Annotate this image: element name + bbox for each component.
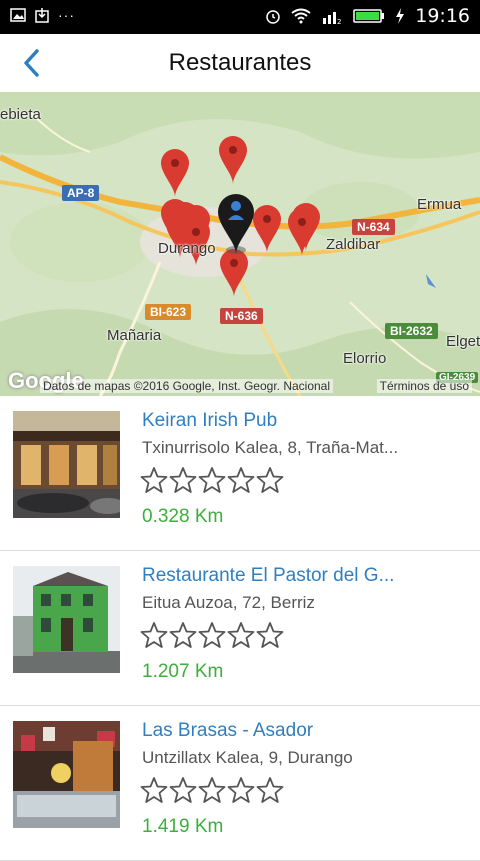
road-badge: BI-2632 xyxy=(385,323,438,339)
star-empty-icon[interactable] xyxy=(256,466,284,494)
star-empty-icon[interactable] xyxy=(198,776,226,804)
list-item[interactable]: Restaurante El Pastor del G... Eitua Auz… xyxy=(0,551,480,706)
charging-icon xyxy=(396,8,405,24)
star-empty-icon[interactable] xyxy=(227,776,255,804)
rating-stars[interactable] xyxy=(140,776,284,804)
road-badge: N-634 xyxy=(352,219,395,235)
restaurant-list: Keiran Irish Pub Txinurrisolo Kalea, 8, … xyxy=(0,396,480,861)
star-empty-icon[interactable] xyxy=(169,466,197,494)
star-empty-icon[interactable] xyxy=(198,621,226,649)
star-empty-icon[interactable] xyxy=(256,621,284,649)
restaurant-address: Untzillatx Kalea, 9, Durango xyxy=(142,748,353,767)
map-place-label: Durango xyxy=(158,240,216,257)
status-bar: ··· 2 19:16 xyxy=(0,0,480,34)
restaurant-photo xyxy=(13,566,120,673)
rating-stars[interactable] xyxy=(140,621,284,649)
map-attribution: Datos de mapas ©2016 Google, Inst. Geogr… xyxy=(40,379,334,393)
star-empty-icon[interactable] xyxy=(169,776,197,804)
page-title: Restaurantes xyxy=(168,49,312,76)
map-place-label: Mañaria xyxy=(107,327,162,344)
image-icon xyxy=(10,8,26,22)
alarm-icon xyxy=(266,10,280,24)
road-badge: BI-623 xyxy=(145,304,192,320)
star-empty-icon[interactable] xyxy=(227,466,255,494)
restaurant-name[interactable]: Restaurante El Pastor del G... xyxy=(142,565,394,587)
star-empty-icon[interactable] xyxy=(140,776,168,804)
map-place-label: Elget xyxy=(446,333,480,350)
map-canvas xyxy=(0,92,480,396)
star-empty-icon[interactable] xyxy=(256,776,284,804)
restaurant-name[interactable]: Keiran Irish Pub xyxy=(142,410,277,432)
battery-icon xyxy=(353,9,385,23)
clock: 19:16 xyxy=(415,5,470,27)
map-place-label: Elorrio xyxy=(343,350,387,367)
map-view[interactable]: ebieta Ermua Zaldibar Durango Mañaria El… xyxy=(0,92,480,396)
restaurant-address: Eitua Auzoa, 72, Berriz xyxy=(142,593,315,612)
star-empty-icon[interactable] xyxy=(227,621,255,649)
restaurant-name[interactable]: Las Brasas - Asador xyxy=(142,720,313,742)
star-empty-icon[interactable] xyxy=(140,621,168,649)
restaurant-distance: 1.419 Km xyxy=(142,816,224,837)
list-item[interactable]: Keiran Irish Pub Txinurrisolo Kalea, 8, … xyxy=(0,396,480,551)
road-badge: N-636 xyxy=(220,308,263,324)
restaurant-address: Txinurrisolo Kalea, 8, Traña-Mat... xyxy=(142,438,399,457)
app-bar: Restaurantes xyxy=(0,34,480,92)
restaurant-photo xyxy=(13,411,120,518)
wifi-icon xyxy=(291,8,311,24)
restaurant-distance: 1.207 Km xyxy=(142,661,224,682)
star-empty-icon[interactable] xyxy=(140,466,168,494)
star-empty-icon[interactable] xyxy=(169,621,197,649)
restaurant-distance: 0.328 Km xyxy=(142,506,224,527)
map-place-label: ebieta xyxy=(0,106,41,123)
rating-stars[interactable] xyxy=(140,466,284,494)
road-badge: AP-8 xyxy=(62,185,100,201)
map-place-label: Ermua xyxy=(417,196,462,213)
map-place-label: Zaldibar xyxy=(326,236,381,253)
list-item[interactable]: Las Brasas - Asador Untzillatx Kalea, 9,… xyxy=(0,706,480,861)
restaurant-photo xyxy=(13,721,120,828)
download-icon xyxy=(35,8,49,23)
more-notifications-icon: ··· xyxy=(58,7,75,23)
star-empty-icon[interactable] xyxy=(198,466,226,494)
map-terms-link[interactable]: Términos de uso xyxy=(376,379,472,393)
signal-icon: 2 xyxy=(323,12,342,24)
svg-text:2: 2 xyxy=(337,18,341,24)
